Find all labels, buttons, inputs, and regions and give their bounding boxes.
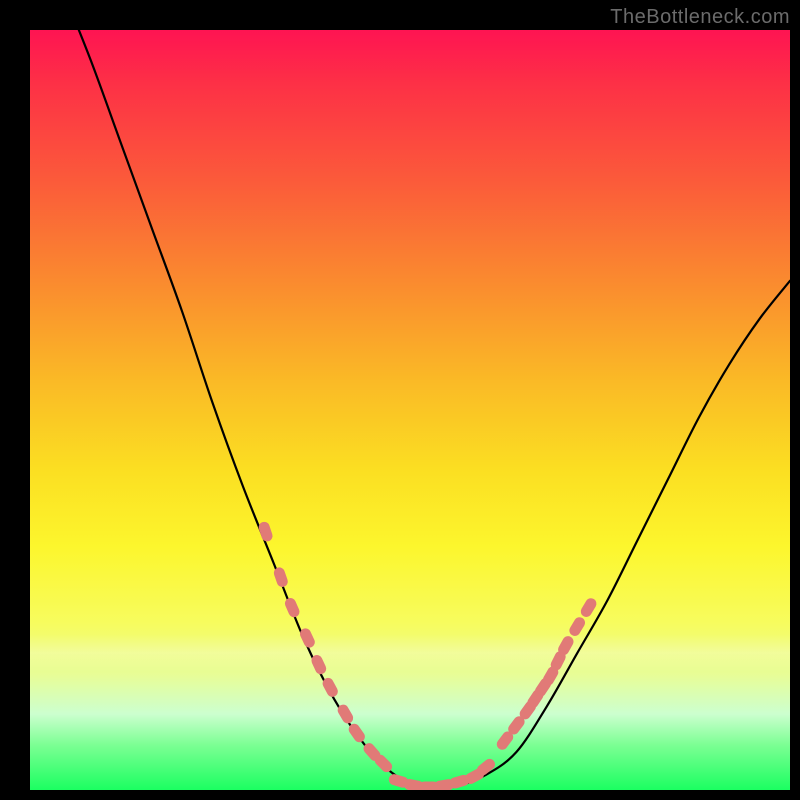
chart-stage: TheBottleneck.com	[0, 0, 800, 800]
curve-layer	[30, 30, 790, 790]
highlight-dot	[283, 596, 301, 619]
bottleneck-curve	[30, 30, 790, 788]
highlight-dot	[579, 596, 599, 619]
watermark-text: TheBottleneck.com	[610, 6, 790, 29]
highlight-dot	[272, 566, 289, 589]
highlight-left-dots	[257, 520, 394, 774]
highlight-bottom-dots	[387, 757, 497, 790]
highlight-dot	[567, 615, 587, 638]
plot-area	[30, 30, 790, 790]
highlight-right-dots	[495, 596, 599, 752]
